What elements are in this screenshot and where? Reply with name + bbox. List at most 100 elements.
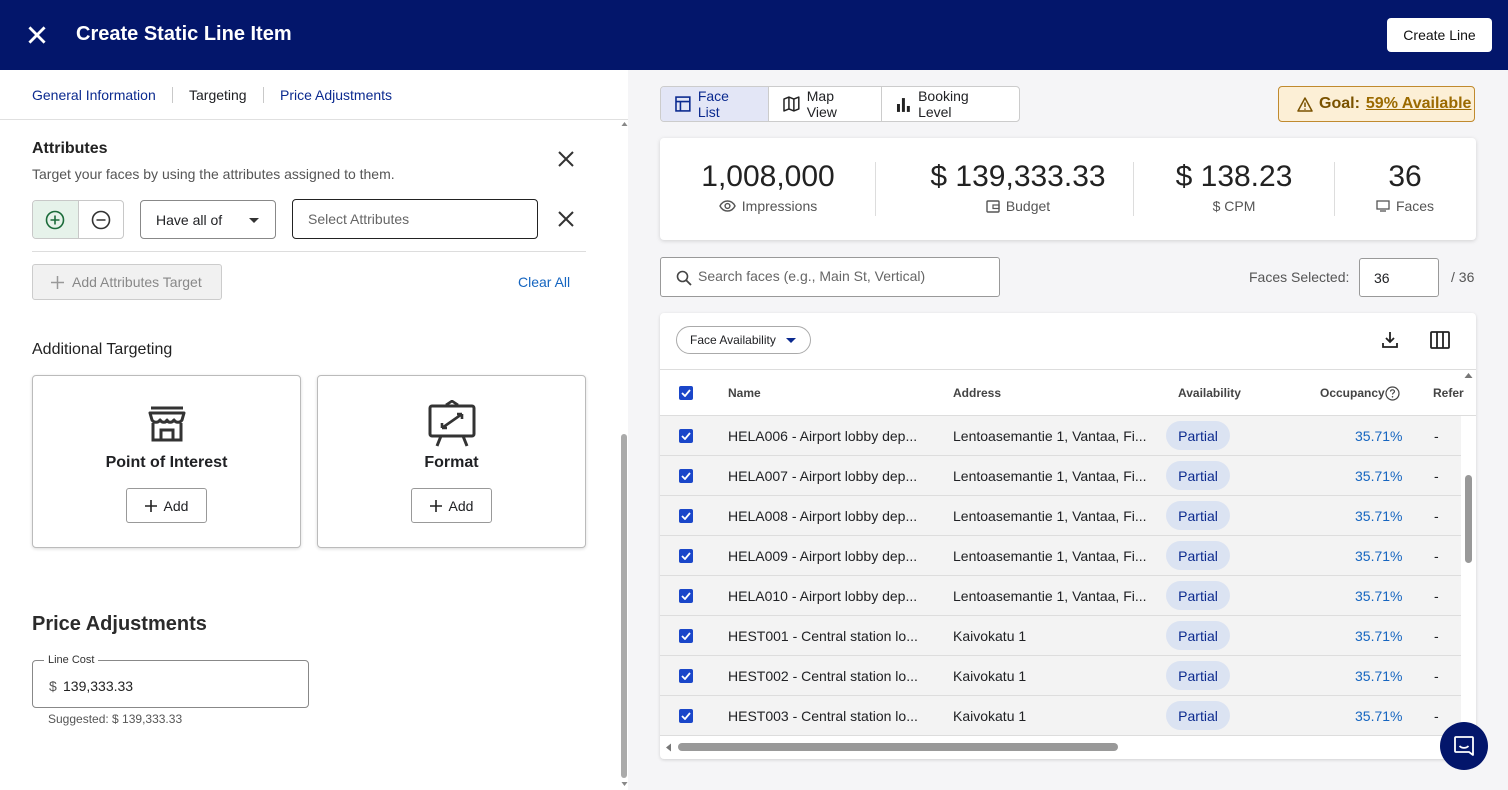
face-address: Kaivokatu 1 — [953, 628, 1027, 644]
price-adjustments-title: Price Adjustments — [32, 613, 207, 635]
stat-cpm: $ 138.23 $ CPM — [1170, 160, 1298, 214]
face-address: Lentoasemantie 1, Vantaa, Fi... — [953, 468, 1147, 484]
column-header-name[interactable]: Name — [728, 386, 761, 400]
scrollbar-thumb[interactable] — [678, 743, 1118, 751]
row-checkbox[interactable] — [679, 669, 693, 683]
select-attributes-input[interactable]: Select Attributes — [292, 199, 538, 239]
scrollbar-thumb[interactable] — [1465, 475, 1472, 563]
row-checkbox[interactable] — [679, 709, 693, 723]
tab-general-information[interactable]: General Information — [32, 87, 156, 103]
add-attributes-target-label: Add Attributes Target — [72, 274, 202, 290]
add-label: Add — [448, 497, 474, 514]
search-faces-input[interactable] — [698, 268, 988, 284]
columns-icon[interactable] — [1430, 331, 1450, 349]
chat-launcher-button[interactable] — [1440, 722, 1488, 770]
download-icon[interactable] — [1381, 331, 1399, 349]
row-checkbox[interactable] — [679, 509, 693, 523]
reference-value: - — [1434, 628, 1439, 644]
create-line-button[interactable]: Create Line — [1387, 18, 1492, 52]
occupancy-value[interactable]: 35.71% — [1355, 508, 1402, 524]
row-checkbox[interactable] — [679, 629, 693, 643]
face-name: HELA007 - Airport lobby dep... — [728, 468, 918, 484]
face-name: HEST003 - Central station lo... — [728, 708, 918, 724]
close-attributes-icon[interactable] — [554, 147, 578, 171]
top-header: Create Static Line Item Create Line — [0, 0, 1508, 70]
row-checkbox[interactable] — [679, 429, 693, 443]
faces-table: Face Availability Name Address Availabil… — [660, 313, 1476, 759]
line-cost-field[interactable]: Line Cost $ 139,333.33 — [32, 654, 309, 708]
table-vertical-scrollbar[interactable] — [1461, 371, 1476, 736]
table-row[interactable]: HELA008 - Airport lobby dep... Lentoasem… — [660, 496, 1461, 536]
face-list-view-button[interactable]: Face List — [661, 87, 769, 121]
occupancy-value[interactable]: 35.71% — [1355, 588, 1402, 604]
card-title: Format — [424, 454, 479, 471]
checkmark-icon — [681, 592, 691, 600]
reference-value: - — [1434, 548, 1439, 564]
face-address: Kaivokatu 1 — [953, 668, 1027, 684]
currency-symbol: $ — [49, 678, 57, 694]
reference-value: - — [1434, 428, 1439, 444]
add-point-of-interest-button[interactable]: Add — [126, 488, 207, 523]
row-checkbox[interactable] — [679, 589, 693, 603]
add-attributes-target-button[interactable]: Add Attributes Target — [32, 264, 222, 300]
table-horizontal-scrollbar[interactable] — [660, 741, 1461, 755]
add-format-button[interactable]: Add — [411, 488, 492, 523]
scroll-up-icon — [621, 122, 628, 126]
section-tabs: General Information Targeting Price Adju… — [0, 70, 628, 120]
availability-badge: Partial — [1166, 661, 1230, 690]
stat-faces: 36 Faces — [1368, 160, 1442, 214]
monitor-icon — [1376, 200, 1390, 212]
remove-attribute-row-icon[interactable] — [554, 207, 578, 231]
goal-label: Goal: — [1319, 95, 1360, 112]
row-checkbox[interactable] — [679, 469, 693, 483]
faces-selected-input[interactable]: 36 — [1359, 258, 1439, 297]
occupancy-value[interactable]: 35.71% — [1355, 628, 1402, 644]
left-scrollbar[interactable] — [621, 120, 628, 790]
table-row[interactable]: HELA009 - Airport lobby dep... Lentoasem… — [660, 536, 1461, 576]
scrollbar-thumb[interactable] — [621, 434, 627, 778]
plus-icon — [51, 275, 64, 289]
tab-targeting[interactable]: Targeting — [189, 87, 247, 103]
goal-value-link[interactable]: 59% Available — [1366, 95, 1472, 113]
match-mode-select[interactable]: Have all of — [140, 200, 276, 239]
card-title: Point of Interest — [105, 454, 228, 471]
occupancy-value[interactable]: 35.71% — [1355, 708, 1402, 724]
occupancy-value[interactable]: 35.71% — [1355, 668, 1402, 684]
help-icon[interactable] — [1385, 386, 1400, 401]
tab-price-adjustments[interactable]: Price Adjustments — [280, 87, 392, 103]
checkmark-icon — [681, 672, 691, 680]
table-row[interactable]: HELA006 - Airport lobby dep... Lentoasem… — [660, 416, 1461, 456]
scroll-left-icon — [666, 743, 671, 752]
occupancy-value[interactable]: 35.71% — [1355, 428, 1402, 444]
reference-value: - — [1434, 508, 1439, 524]
row-checkbox[interactable] — [679, 549, 693, 563]
stats-card: 1,008,000 Impressions $ 139,333.33 Budge… — [660, 138, 1476, 240]
clear-all-link[interactable]: Clear All — [518, 274, 570, 290]
table-row[interactable]: HELA007 - Airport lobby dep... Lentoasem… — [660, 456, 1461, 496]
search-faces-box — [660, 257, 1000, 297]
booking-level-view-button[interactable]: Booking Level — [882, 87, 1019, 121]
wallet-icon — [986, 199, 1000, 213]
select-all-checkbox[interactable] — [679, 386, 693, 400]
table-row[interactable]: HEST003 - Central station lo... Kaivokat… — [660, 696, 1461, 736]
column-header-reference[interactable]: Refer — [1433, 386, 1464, 400]
table-row[interactable]: HELA010 - Airport lobby dep... Lentoasem… — [660, 576, 1461, 616]
close-icon[interactable] — [24, 22, 50, 48]
occupancy-value[interactable]: 35.71% — [1355, 468, 1402, 484]
checkmark-icon — [681, 712, 691, 720]
face-name: HELA010 - Airport lobby dep... — [728, 588, 918, 604]
face-availability-filter[interactable]: Face Availability — [676, 326, 811, 354]
column-header-address[interactable]: Address — [953, 386, 1001, 400]
exclude-minus-icon[interactable] — [79, 201, 124, 238]
occupancy-value[interactable]: 35.71% — [1355, 548, 1402, 564]
suggested-cost: Suggested: $ 139,333.33 — [48, 712, 183, 726]
table-row[interactable]: HEST002 - Central station lo... Kaivokat… — [660, 656, 1461, 696]
goal-badge[interactable]: Goal: 59% Available — [1278, 86, 1475, 122]
column-header-availability[interactable]: Availability — [1178, 386, 1241, 400]
table-row[interactable]: HEST001 - Central station lo... Kaivokat… — [660, 616, 1461, 656]
column-header-occupancy[interactable]: Occupancy — [1320, 386, 1385, 400]
bar-chart-icon — [897, 97, 911, 112]
face-name: HELA006 - Airport lobby dep... — [728, 428, 918, 444]
map-view-button[interactable]: Map View — [769, 87, 883, 121]
include-plus-icon[interactable] — [33, 201, 79, 238]
